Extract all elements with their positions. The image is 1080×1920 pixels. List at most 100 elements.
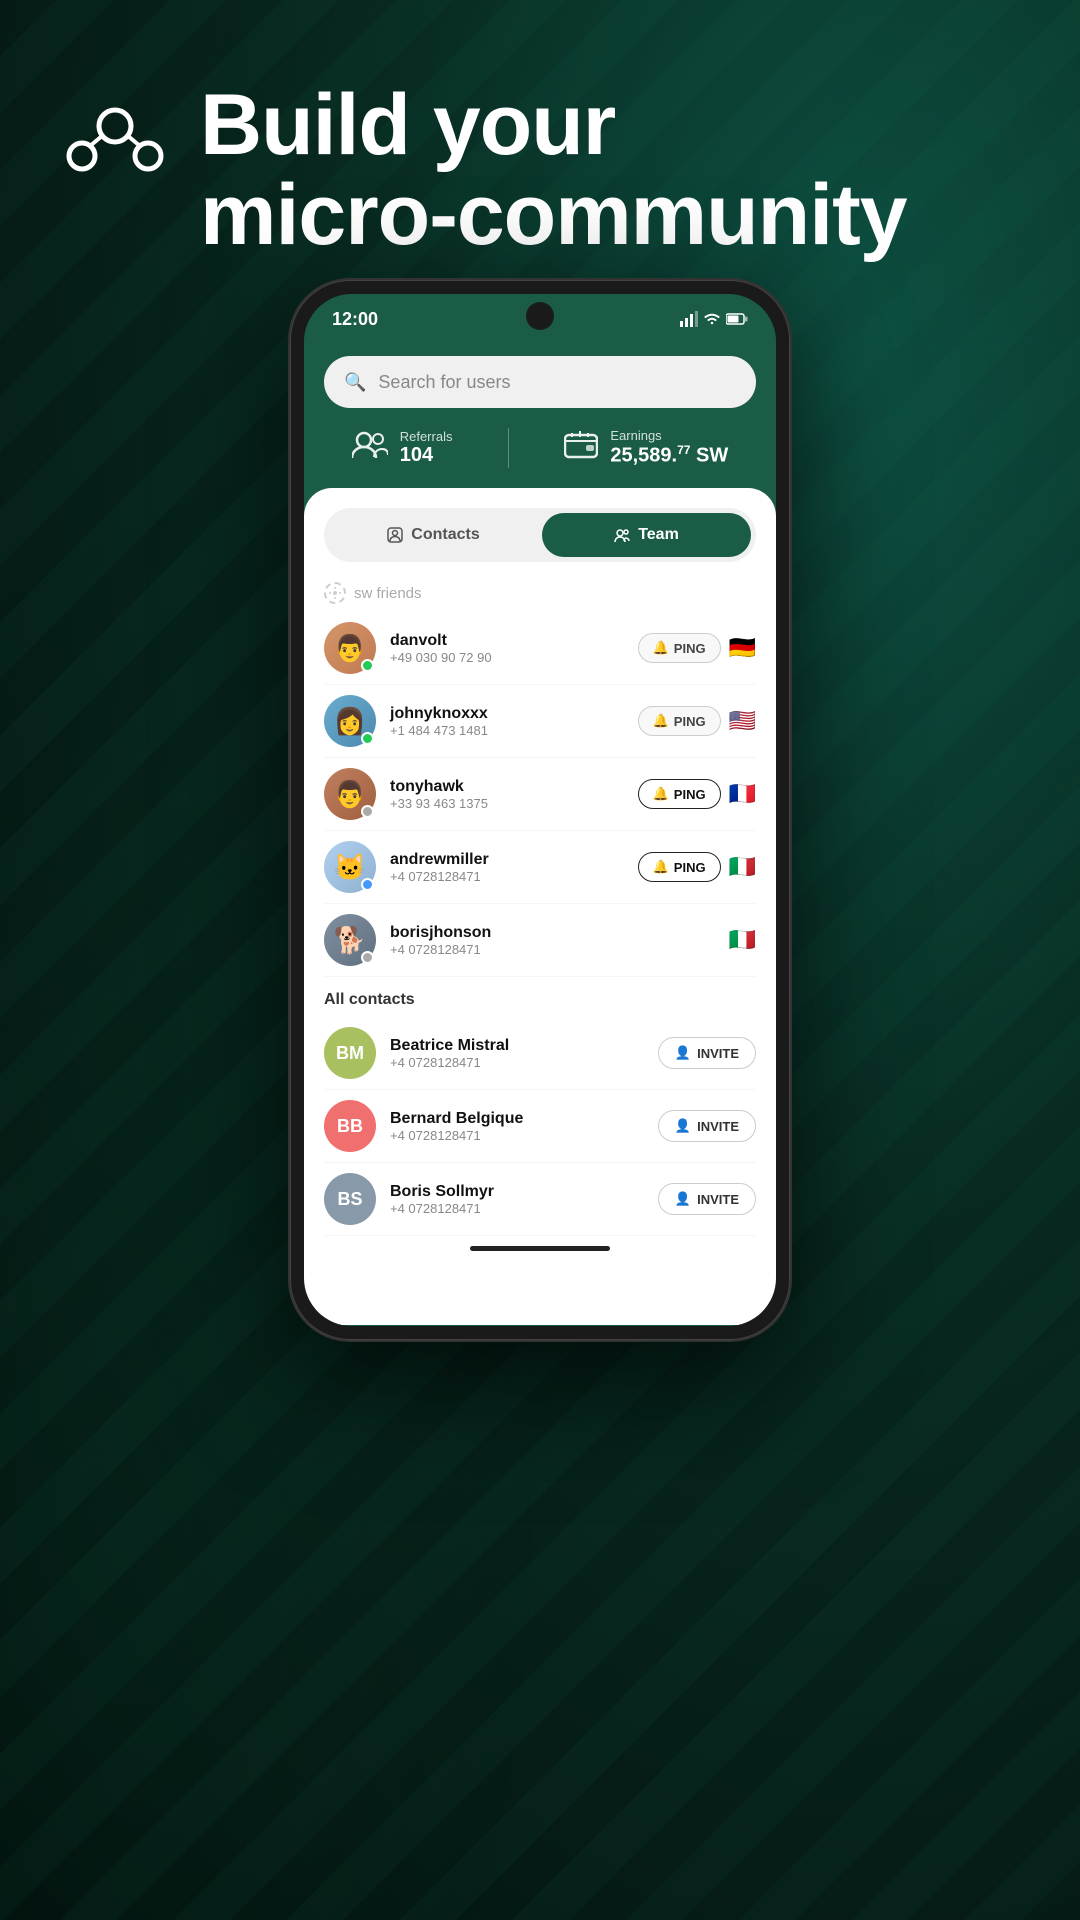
contact-phone: +4 0728128471 xyxy=(390,1128,644,1143)
contact-actions: 🔔 PING 🇫🇷 xyxy=(638,779,756,809)
contact-name: andrewmiller xyxy=(390,851,624,869)
contact-phone: +1 484 473 1481 xyxy=(390,723,624,738)
list-item: 👨 tonyhawk +33 93 463 1375 🔔 PING 🇫🇷 xyxy=(324,758,756,831)
country-flag: 🇮🇹 xyxy=(729,927,756,953)
contact-name: danvolt xyxy=(390,632,624,650)
contact-actions: 👤 INVITE xyxy=(658,1037,756,1069)
tab-team[interactable]: Team xyxy=(542,513,751,557)
contact-info: johnyknoxxx +1 484 473 1481 xyxy=(390,705,624,738)
contact-info: borisjhonson +4 0728128471 xyxy=(390,924,715,957)
contact-name: tonyhawk xyxy=(390,778,624,796)
avatar-wrap: 👨 xyxy=(324,622,376,674)
invite-button[interactable]: 👤 INVITE xyxy=(658,1183,756,1215)
avatar-wrap: BB xyxy=(324,1100,376,1152)
online-dot xyxy=(361,878,374,891)
country-flag: 🇫🇷 xyxy=(729,781,756,807)
avatar: BM xyxy=(324,1027,376,1079)
contact-info: danvolt +49 030 90 72 90 xyxy=(390,632,624,665)
referrals-stat: Referrals 104 xyxy=(352,429,453,467)
invite-button[interactable]: 👤 INVITE xyxy=(658,1037,756,1069)
contact-phone: +4 0728128471 xyxy=(390,1201,644,1216)
online-dot xyxy=(361,659,374,672)
avatar: BS xyxy=(324,1173,376,1225)
online-dot xyxy=(361,951,374,964)
signal-icon xyxy=(680,311,698,327)
ping-button[interactable]: 🔔 PING xyxy=(638,706,721,736)
community-icon xyxy=(60,88,170,198)
headline: Build your micro-community xyxy=(200,80,907,261)
list-item: BM Beatrice Mistral +4 0728128471 👤 INVI… xyxy=(324,1017,756,1090)
contact-phone: +33 93 463 1375 xyxy=(390,796,624,811)
contact-actions: 🔔 PING 🇮🇹 xyxy=(638,852,756,882)
contact-info: Boris Sollmyr +4 0728128471 xyxy=(390,1183,644,1216)
ping-button[interactable]: 🔔 PING xyxy=(638,852,721,882)
status-bar: 12:00 xyxy=(304,294,776,344)
contact-name: Bernard Belgique xyxy=(390,1110,644,1128)
ping-button[interactable]: 🔔 PING xyxy=(638,633,721,663)
team-tab-icon xyxy=(614,527,630,543)
contact-info: Beatrice Mistral +4 0728128471 xyxy=(390,1037,644,1070)
invite-button[interactable]: 👤 INVITE xyxy=(658,1110,756,1142)
tabs-container: Contacts Team xyxy=(324,508,756,562)
avatar-wrap: 👨 xyxy=(324,768,376,820)
contact-info: andrewmiller +4 0728128471 xyxy=(390,851,624,884)
list-item: BB Bernard Belgique +4 0728128471 👤 INVI… xyxy=(324,1090,756,1163)
status-time: 12:00 xyxy=(332,309,378,330)
list-item: 👨 danvolt +49 030 90 72 90 🔔 PING 🇩🇪 xyxy=(324,612,756,685)
contact-name: Beatrice Mistral xyxy=(390,1037,644,1055)
referrals-label: Referrals xyxy=(400,429,453,444)
ping-button[interactable]: 🔔 PING xyxy=(638,779,721,809)
sw-friends-list: 👨 danvolt +49 030 90 72 90 🔔 PING 🇩🇪 xyxy=(324,612,756,977)
referrals-info: Referrals 104 xyxy=(400,429,453,467)
all-contacts-list: BM Beatrice Mistral +4 0728128471 👤 INVI… xyxy=(324,1017,756,1236)
avatar-wrap: BM xyxy=(324,1027,376,1079)
contact-phone: +4 0728128471 xyxy=(390,869,624,884)
search-icon: 🔍 xyxy=(344,372,366,393)
avatar-wrap: 👩 xyxy=(324,695,376,747)
phone-top-section: 🔍 Search for users xyxy=(304,344,776,488)
search-bar[interactable]: 🔍 Search for users xyxy=(324,356,756,408)
avatar-wrap: 🐱 xyxy=(324,841,376,893)
contact-name: borisjhonson xyxy=(390,924,715,942)
sw-friends-icon xyxy=(324,582,346,604)
battery-icon xyxy=(726,313,748,325)
tab-contacts-label: Contacts xyxy=(411,526,479,544)
list-item: 🐕 borisjhonson +4 0728128471 🇮🇹 xyxy=(324,904,756,977)
contacts-tab-icon xyxy=(387,527,403,543)
earnings-info: Earnings 25,589.77 SW xyxy=(610,428,728,468)
contact-name: Boris Sollmyr xyxy=(390,1183,644,1201)
contact-phone: +49 030 90 72 90 xyxy=(390,650,624,665)
avatar-wrap: BS xyxy=(324,1173,376,1225)
sparkle-icon xyxy=(329,587,341,599)
list-item: BS Boris Sollmyr +4 0728128471 👤 INVITE xyxy=(324,1163,756,1236)
contact-actions: 🔔 PING 🇺🇸 xyxy=(638,706,756,736)
contact-phone: +4 0728128471 xyxy=(390,942,715,957)
referrals-icon xyxy=(352,430,388,467)
online-dot xyxy=(361,805,374,818)
contact-actions: 👤 INVITE xyxy=(658,1110,756,1142)
country-flag: 🇩🇪 xyxy=(729,635,756,661)
contact-actions: 🔔 PING 🇩🇪 xyxy=(638,633,756,663)
country-flag: 🇮🇹 xyxy=(729,854,756,880)
phone-outer: 12:00 xyxy=(290,280,790,1340)
stats-row: Referrals 104 xyxy=(324,428,756,468)
phone-screen: 12:00 xyxy=(304,294,776,1326)
list-item: 👩 johnyknoxxx +1 484 473 1481 🔔 PING 🇺🇸 xyxy=(324,685,756,758)
header-text: Build your micro-community xyxy=(200,80,907,261)
phone-mockup: 12:00 xyxy=(290,280,790,1340)
earnings-stat: Earnings 25,589.77 SW xyxy=(564,428,728,468)
contact-info: Bernard Belgique +4 0728128471 xyxy=(390,1110,644,1143)
earnings-label: Earnings xyxy=(610,428,728,443)
tab-contacts[interactable]: Contacts xyxy=(329,513,538,557)
contact-actions: 🇮🇹 xyxy=(729,927,756,953)
tab-team-label: Team xyxy=(638,526,679,544)
online-dot xyxy=(361,732,374,745)
avatar-wrap: 🐕 xyxy=(324,914,376,966)
search-placeholder: Search for users xyxy=(378,372,510,393)
sw-friends-label: sw friends xyxy=(354,585,422,602)
sw-friends-section: sw friends xyxy=(324,582,756,604)
camera-notch xyxy=(526,302,554,330)
earnings-value: 25,589.77 SW xyxy=(610,443,728,468)
phone-card: Contacts Team xyxy=(304,488,776,1325)
people-icon xyxy=(352,430,388,460)
